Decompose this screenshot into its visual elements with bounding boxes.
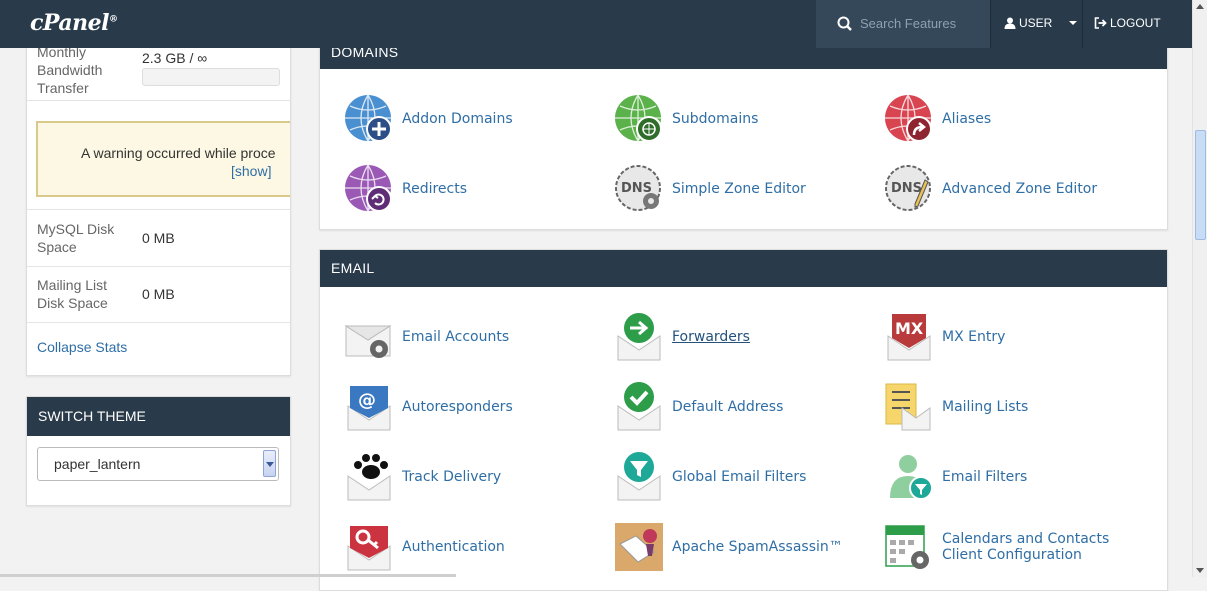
autoresponders-label: Autoresponders (402, 399, 513, 415)
mx-entry-icon: MX (887, 314, 931, 361)
calendars-contacts-label: Calendars and Contacts Client Configurat… (942, 531, 1110, 563)
redirects-icon (345, 164, 392, 212)
mailing-lists-label: Mailing Lists (942, 399, 1029, 415)
spamassassin-item[interactable]: Apache SpamAssassin™ (614, 522, 843, 572)
simple-zone-editor-item[interactable]: DNS Simple Zone Editor (614, 164, 806, 214)
user-menu-button[interactable]: USER (1004, 16, 1078, 30)
email-title: EMAIL (320, 250, 1167, 287)
search-features-box[interactable] (816, 0, 990, 48)
mx-entry-item[interactable]: MX MX Entry (884, 312, 1005, 362)
calendars-contacts-icon (885, 525, 929, 569)
collapse-stats-link[interactable]: Collapse Stats (37, 339, 127, 355)
subdomains-label: Subdomains (672, 111, 759, 127)
theme-select-value: paper_lantern (54, 456, 141, 472)
default-address-label: Default Address (672, 399, 784, 415)
advanced-zone-editor-item[interactable]: DNS Advanced Zone Editor (884, 164, 1097, 214)
simple-zone-editor-label: Simple Zone Editor (672, 181, 806, 197)
switch-theme-panel: SWITCH THEME paper_lantern (26, 396, 291, 506)
track-delivery-icon (347, 454, 391, 501)
mailing-lists-item[interactable]: Mailing Lists (884, 382, 1028, 432)
domains-panel: DOMAINS Addon Domains Subdomains Aliases (319, 40, 1168, 230)
authentication-icon (347, 526, 391, 571)
aliases-icon (885, 94, 932, 142)
autoresponders-item[interactable]: @ Autoresponders (344, 382, 513, 432)
advanced-zone-editor-label: Advanced Zone Editor (942, 181, 1098, 197)
warning-text: A warning occurred while proce (81, 145, 276, 161)
global-email-filters-icon (617, 452, 661, 501)
default-address-item[interactable]: Default Address (614, 382, 783, 432)
email-panel: EMAIL Email Accounts Forwarders MX MX En… (319, 249, 1168, 591)
default-address-icon (617, 382, 661, 431)
scroll-down-icon[interactable] (1196, 568, 1204, 573)
svg-text:MX: MX (895, 319, 924, 338)
stat-value: 2.3 GB / ∞ (142, 50, 208, 66)
stats-panel: Monthly Bandwidth Transfer 2.3 GB / ∞ A … (26, 40, 291, 376)
bandwidth-usage-bar (142, 68, 280, 86)
subdomains-item[interactable]: Subdomains (614, 94, 758, 144)
addon-domains-label: Addon Domains (402, 111, 513, 127)
advanced-zone-editor-icon: DNS (885, 165, 931, 211)
global-email-filters-item[interactable]: Global Email Filters (614, 452, 806, 502)
addon-domains-icon (345, 94, 392, 142)
email-filters-label: Email Filters (942, 469, 1028, 485)
toolbar-separator (990, 0, 991, 48)
authentication-item[interactable]: Authentication (344, 522, 505, 572)
mailing-lists-icon (885, 383, 931, 431)
scroll-up-icon[interactable] (1196, 4, 1204, 9)
cpanel-logo[interactable]: cPanel® (30, 10, 118, 36)
addon-domains-item[interactable]: Addon Domains (344, 94, 513, 144)
stat-row-bandwidth: Monthly Bandwidth Transfer 2.3 GB / ∞ (27, 40, 290, 101)
aliases-item[interactable]: Aliases (884, 94, 991, 144)
global-email-filters-label: Global Email Filters (672, 469, 807, 485)
email-accounts-label: Email Accounts (402, 329, 510, 345)
track-delivery-item[interactable]: Track Delivery (344, 452, 501, 502)
search-icon (837, 16, 852, 31)
logout-button[interactable]: LOGOUT (1094, 16, 1161, 30)
dropdown-arrow-icon[interactable] (263, 450, 276, 477)
subdomains-icon (615, 94, 662, 142)
stat-value: 0 MB (142, 286, 175, 302)
vertical-scrollbar[interactable] (1192, 0, 1207, 577)
aliases-label: Aliases (942, 111, 992, 127)
redirects-item[interactable]: Redirects (344, 164, 467, 214)
mx-entry-label: MX Entry (942, 329, 1006, 345)
stat-label: Mailing List Disk Space (37, 277, 108, 311)
user-menu-label: USER (1019, 16, 1053, 30)
caret-down-icon (1069, 21, 1078, 25)
logout-label: LOGOUT (1110, 16, 1161, 30)
simple-zone-editor-icon: DNS (615, 165, 661, 211)
switch-theme-title: SWITCH THEME (27, 397, 290, 436)
forwarders-item[interactable]: Forwarders (614, 312, 750, 362)
theme-select[interactable]: paper_lantern (37, 447, 279, 481)
svg-text:DNS: DNS (621, 181, 652, 196)
authentication-label: Authentication (402, 539, 505, 555)
email-filters-item[interactable]: Email Filters (884, 452, 1027, 502)
redirects-label: Redirects (402, 181, 468, 197)
email-filters-icon (890, 455, 933, 500)
user-icon (1004, 17, 1016, 29)
email-accounts-icon (344, 325, 392, 358)
spamassassin-icon (615, 523, 663, 571)
stat-row-mailing: Mailing List Disk Space 0 MB (27, 266, 290, 323)
logout-icon (1094, 17, 1107, 29)
top-navigation-bar: cPanel® USER LOGOUT (0, 0, 1192, 48)
stat-label: MySQL Disk Space (37, 221, 115, 255)
spamassassin-label: Apache SpamAssassin™ (672, 539, 843, 555)
toolbar-separator (1082, 0, 1083, 48)
forwarders-label: Forwarders (672, 329, 750, 345)
stat-row-mysql: MySQL Disk Space 0 MB (27, 209, 290, 267)
search-features-input[interactable] (860, 13, 980, 33)
warning-show-link[interactable]: [show] (231, 163, 271, 179)
forwarders-icon (617, 313, 661, 361)
calendars-contacts-item[interactable]: Calendars and Contacts Client Configurat… (884, 522, 1122, 572)
warning-alert: A warning occurred while proce [show] (36, 121, 290, 197)
svg-text:@: @ (358, 390, 376, 411)
stat-label: Monthly Bandwidth Transfer (37, 44, 103, 96)
stat-value: 0 MB (142, 230, 175, 246)
scroll-thumb[interactable] (1195, 130, 1206, 240)
autoresponders-icon: @ (347, 386, 391, 431)
svg-text:DNS: DNS (891, 181, 922, 196)
email-accounts-item[interactable]: Email Accounts (344, 312, 509, 362)
track-delivery-label: Track Delivery (402, 469, 502, 485)
